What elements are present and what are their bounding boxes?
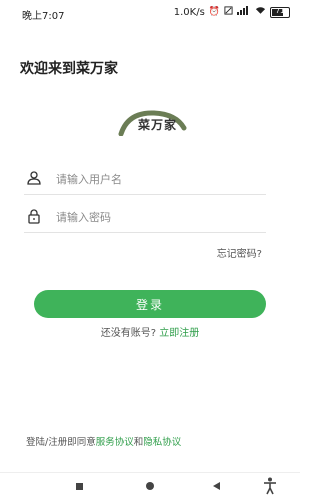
app-logo: 菜万家 (118, 110, 190, 137)
home-button[interactable] (146, 482, 154, 490)
login-screen: 晚上7:07 1.0K/s ⏰ 71 欢迎来到菜万家 菜万家 请输入用户名 忘记… (0, 0, 300, 500)
signal-icon (237, 6, 251, 18)
mute-icon (224, 6, 233, 18)
user-icon (26, 170, 42, 186)
username-input[interactable] (56, 170, 256, 188)
password-field[interactable] (24, 204, 266, 233)
no-account-text: 还没有账号? (100, 328, 157, 339)
login-button[interactable]: 登录 (34, 290, 266, 318)
register-row: 还没有账号? 立即注册 (0, 324, 300, 339)
battery-label: 71 (275, 6, 285, 15)
agreement-text: 登陆/注册即同意服务协议和隐私协议 (26, 434, 181, 448)
accessibility-icon[interactable] (263, 477, 277, 495)
service-agreement-link[interactable]: 服务协议 (96, 437, 134, 448)
battery-icon: 71 (270, 6, 290, 18)
back-button[interactable] (213, 482, 220, 490)
system-nav-bar (0, 472, 300, 500)
forgot-password-link[interactable]: 忘记密码? (217, 245, 262, 260)
status-indicators: 1.0K/s ⏰ 71 (174, 6, 290, 18)
welcome-title: 欢迎来到菜万家 (20, 61, 118, 77)
status-time: 晚上7:07 (22, 11, 65, 22)
alarm-icon: ⏰ (208, 7, 220, 17)
password-input[interactable] (56, 208, 256, 226)
register-link[interactable]: 立即注册 (159, 328, 199, 339)
username-field[interactable] (24, 166, 266, 195)
status-bar: 晚上7:07 1.0K/s ⏰ 71 (0, 0, 300, 26)
wifi-icon (255, 6, 266, 18)
network-speed: 1.0K/s (173, 6, 205, 18)
recent-apps-button[interactable] (76, 483, 83, 490)
agreement-prefix: 登陆/注册即同意 (26, 437, 96, 448)
agreement-and: 和 (133, 437, 144, 448)
logo-text: 菜万家 (138, 118, 178, 132)
privacy-agreement-link[interactable]: 隐私协议 (143, 437, 181, 448)
lock-icon (26, 208, 42, 224)
